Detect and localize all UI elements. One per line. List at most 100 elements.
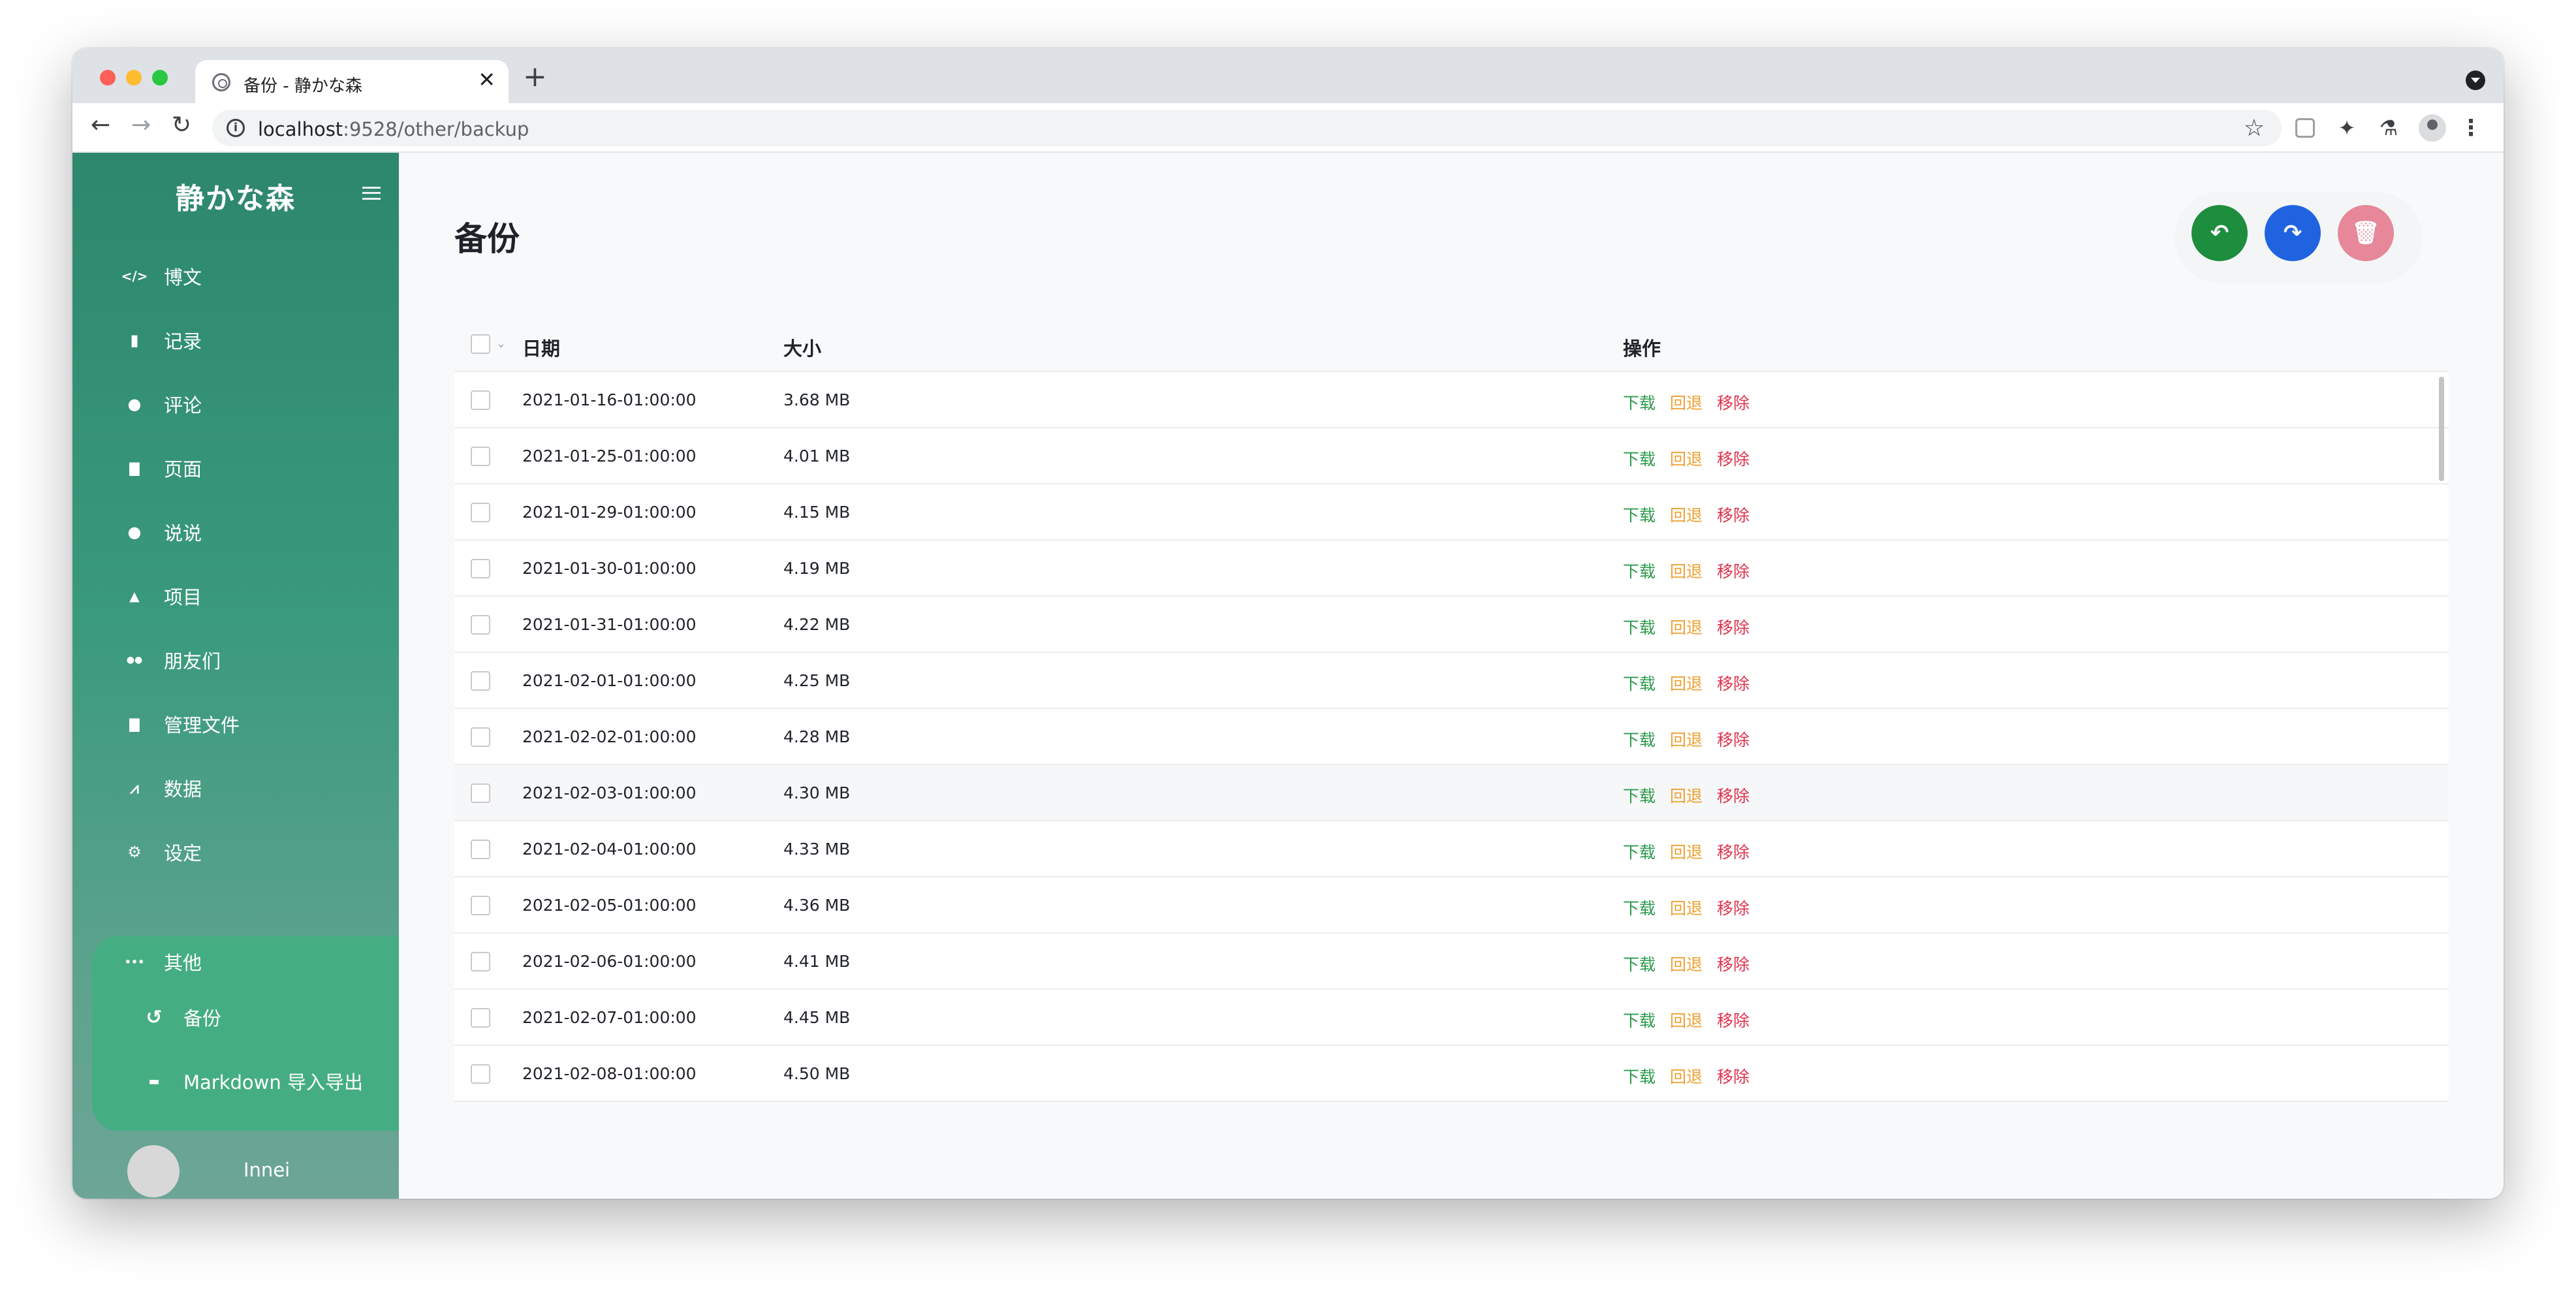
download-link[interactable]: 下载 [1623,727,1656,751]
remove-link[interactable]: 移除 [1717,503,1750,526]
row-checkbox[interactable] [471,896,490,915]
remove-link[interactable]: 移除 [1717,1064,1750,1088]
rollback-link[interactable]: 回退 [1670,783,1703,807]
rollback-link[interactable]: 回退 [1670,503,1703,526]
remove-link[interactable]: 移除 [1717,896,1750,919]
address-bar[interactable]: i localhost:9528/other/backup ☆ [212,110,2282,146]
site-info-icon[interactable]: i [227,119,245,137]
rollback-link[interactable]: 回退 [1670,896,1703,919]
column-header-size[interactable]: 大小 [783,334,821,361]
remove-link[interactable]: 移除 [1717,559,1750,582]
select-all-checkbox[interactable] [471,334,490,354]
row-checkbox[interactable] [471,671,490,691]
sidebar-item-notes[interactable]: ▮ 记录 [125,321,373,360]
remove-link[interactable]: 移除 [1717,671,1750,695]
remove-link[interactable]: 移除 [1717,615,1750,639]
row-checkbox[interactable] [471,503,490,522]
sidebar-item-other[interactable]: ••• 其他 [125,942,373,981]
delete-button[interactable]: 🗑 [2338,205,2394,261]
tab-close-icon[interactable]: ✕ [478,69,495,90]
sidebar-item-friends[interactable]: ●● 朋友们 [125,640,373,680]
cell-size: 4.28 MB [783,727,851,746]
row-checkbox[interactable] [471,390,490,410]
browser-tab[interactable]: 备份 - 静かな森 ✕ [195,60,509,103]
download-link[interactable]: 下载 [1623,671,1656,695]
rollback-link[interactable]: 回退 [1670,559,1703,582]
bookmark-star-icon[interactable]: ☆ [2244,115,2265,142]
row-checkbox[interactable] [471,1008,490,1028]
new-tab-button[interactable]: + [523,63,547,91]
sidebar-item-says[interactable]: ● 说说 [125,513,373,552]
rollback-link[interactable]: 回退 [1670,615,1703,639]
download-link[interactable]: 下载 [1623,390,1656,414]
back-arrow-icon[interactable]: ← [91,114,110,137]
rollback-link[interactable]: 回退 [1670,1008,1703,1032]
download-link[interactable]: 下载 [1623,952,1656,975]
download-link[interactable]: 下载 [1623,503,1656,526]
download-link[interactable]: 下载 [1623,1008,1656,1032]
redo-button[interactable]: ↷ [2265,205,2321,261]
sidebar-item-label: 朋友们 [164,650,221,672]
rollback-link[interactable]: 回退 [1670,447,1703,470]
download-link[interactable]: 下载 [1623,1064,1656,1088]
cell-date: 2021-01-30-01:00:00 [522,559,697,578]
remove-link[interactable]: 移除 [1717,840,1750,863]
sidebar-item-posts[interactable]: </> 博文 [121,257,373,296]
cell-size: 4.45 MB [783,1008,851,1027]
table-scrollbar[interactable] [2439,377,2444,481]
row-checkbox[interactable] [471,559,490,578]
minimize-window-button[interactable] [126,70,142,86]
download-link[interactable]: 下载 [1623,559,1656,582]
download-link[interactable]: 下载 [1623,896,1656,919]
flask-ext-icon[interactable]: ⚗ [2377,116,2400,140]
rollback-link[interactable]: 回退 [1670,952,1703,975]
remove-link[interactable]: 移除 [1717,727,1750,751]
tab-search-icon[interactable] [2466,71,2485,90]
chevron-down-icon[interactable]: ⌄ [496,337,506,351]
row-checkbox[interactable] [471,952,490,971]
download-link[interactable]: 下载 [1623,840,1656,863]
rollback-link[interactable]: 回退 [1670,1064,1703,1088]
sidebar-subitem-markdown[interactable]: ▬ Markdown 导入导出 [144,1062,363,1101]
row-checkbox[interactable] [471,840,490,859]
row-checkbox[interactable] [471,615,490,635]
rollback-link[interactable]: 回退 [1670,671,1703,695]
sidebar-item-pages[interactable]: ▇ 页面 [125,449,373,488]
row-checkbox[interactable] [471,447,490,466]
download-link[interactable]: 下载 [1623,783,1656,807]
row-checkbox[interactable] [471,1064,490,1084]
forward-arrow-icon[interactable]: → [131,114,151,137]
remove-link[interactable]: 移除 [1717,952,1750,975]
sidebar-item-settings[interactable]: ⚙ 设定 [125,832,373,872]
close-window-button[interactable] [100,70,116,86]
profile-avatar-icon[interactable] [2419,114,2446,142]
sidebar-item-analytics[interactable]: ⩘ 数据 [125,768,373,808]
hamburger-menu-icon[interactable] [362,187,381,200]
extension-icon[interactable] [2295,118,2315,138]
column-header-date[interactable]: 日期 [522,334,560,361]
download-link[interactable]: 下载 [1623,447,1656,470]
browser-menu-icon[interactable]: ⋮ [2459,116,2483,140]
row-checkbox[interactable] [471,727,490,747]
sidebar-subitem-backup[interactable]: ↺ 备份 [144,998,221,1037]
sidebar-item-label: Markdown 导入导出 [183,1071,363,1094]
remove-link[interactable]: 移除 [1717,390,1750,414]
reload-icon[interactable]: ↻ [172,114,191,137]
remove-link[interactable]: 移除 [1717,447,1750,470]
maximize-window-button[interactable] [152,70,168,86]
sidebar-item-files[interactable]: ▇ 管理文件 [125,704,373,744]
remove-link[interactable]: 移除 [1717,783,1750,807]
tab-title: 备份 - 静かな森 [243,76,362,96]
sidebar-item-comments[interactable]: ● 评论 [125,385,373,424]
undo-button[interactable]: ↶ [2191,205,2248,261]
cell-size: 3.68 MB [783,390,851,409]
avatar[interactable] [127,1145,180,1197]
sidebar-item-projects[interactable]: ▲ 项目 [125,576,373,616]
rollback-link[interactable]: 回退 [1670,727,1703,751]
rollback-link[interactable]: 回退 [1670,840,1703,863]
remove-link[interactable]: 移除 [1717,1008,1750,1032]
puzzle-icon[interactable]: ✦ [2335,116,2359,140]
download-link[interactable]: 下载 [1623,615,1656,639]
rollback-link[interactable]: 回退 [1670,390,1703,414]
row-checkbox[interactable] [471,783,490,803]
